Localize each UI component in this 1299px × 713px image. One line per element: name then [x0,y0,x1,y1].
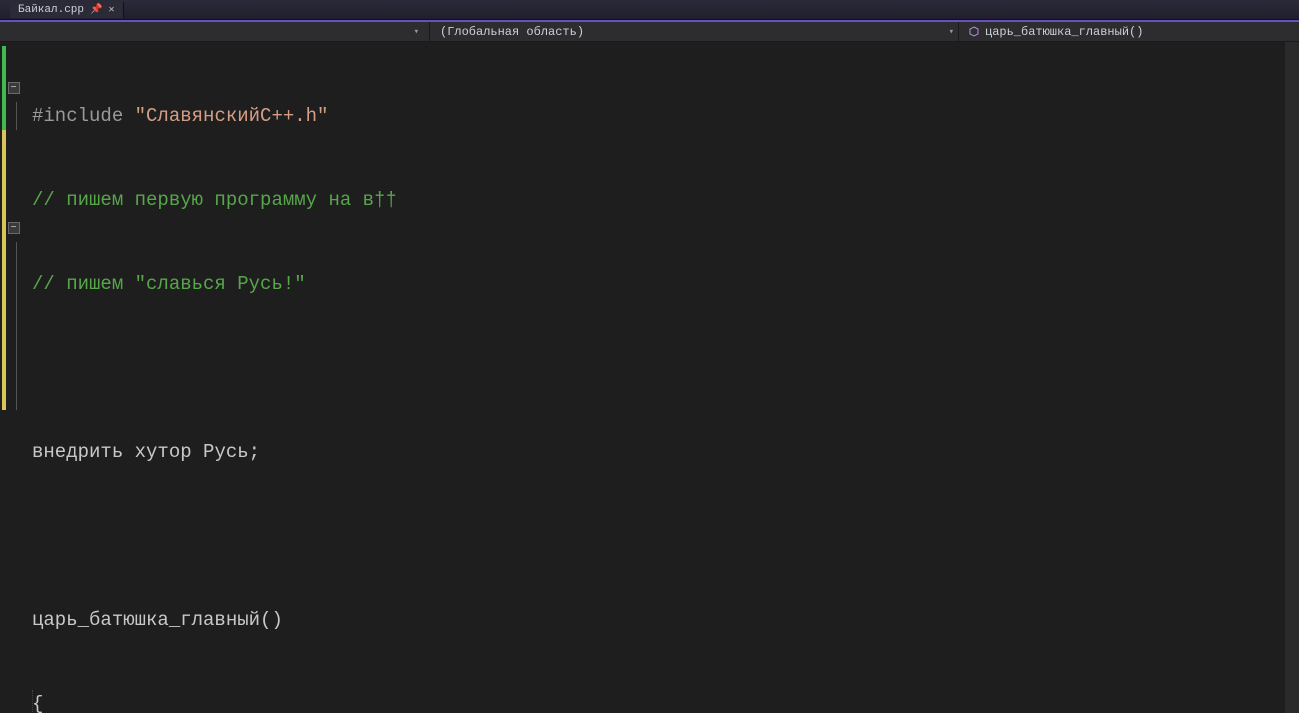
chevron-down-icon: ▾ [945,27,958,37]
code-line[interactable]: // пишем первую программу на в†† [28,186,1299,214]
fold-toggle[interactable]: − [8,82,20,94]
chevron-down-icon: ▾ [410,27,423,37]
code-line[interactable]: царь_батюшка_главный() [28,606,1299,634]
code-line[interactable]: #include "СлавянскийС++.h" [28,102,1299,130]
vertical-scrollbar[interactable] [1285,42,1299,713]
scope-label: (Глобальная область) [440,25,584,39]
fold-toggle[interactable]: − [8,222,20,234]
nav-scope-dropdown[interactable]: (Глобальная область) ▾ [430,22,959,41]
code-line[interactable] [28,354,1299,382]
code-line[interactable]: // пишем "славься Русь!" [28,270,1299,298]
ide-window: Байкал.cpp 📌 ✕ ▾ (Глобальная область) ▾ … [0,0,1299,713]
nav-left-dropdown[interactable]: ▾ [0,22,430,41]
code-line[interactable] [28,522,1299,550]
function-icon [967,25,981,39]
file-tab[interactable]: Байкал.cpp 📌 ✕ [10,2,124,18]
code-editor[interactable]: − − #include "СлавянскийС++.h" // пишем … [0,42,1299,713]
pin-icon[interactable]: 📌 [90,4,102,16]
nav-function-dropdown[interactable]: царь_батюшка_главный() [959,22,1299,41]
code-area[interactable]: #include "СлавянскийС++.h" // пишем перв… [28,42,1299,713]
tab-bar: Байкал.cpp 📌 ✕ [0,0,1299,20]
function-label: царь_батюшка_главный() [985,25,1143,39]
navigation-bar: ▾ (Глобальная область) ▾ царь_батюшка_гл… [0,20,1299,42]
gutter: − − [0,42,28,713]
code-line[interactable]: внедрить хутор Русь; [28,438,1299,466]
close-icon[interactable]: ✕ [108,4,114,16]
tab-filename: Байкал.cpp [18,4,84,16]
code-line[interactable]: { [28,690,1299,713]
